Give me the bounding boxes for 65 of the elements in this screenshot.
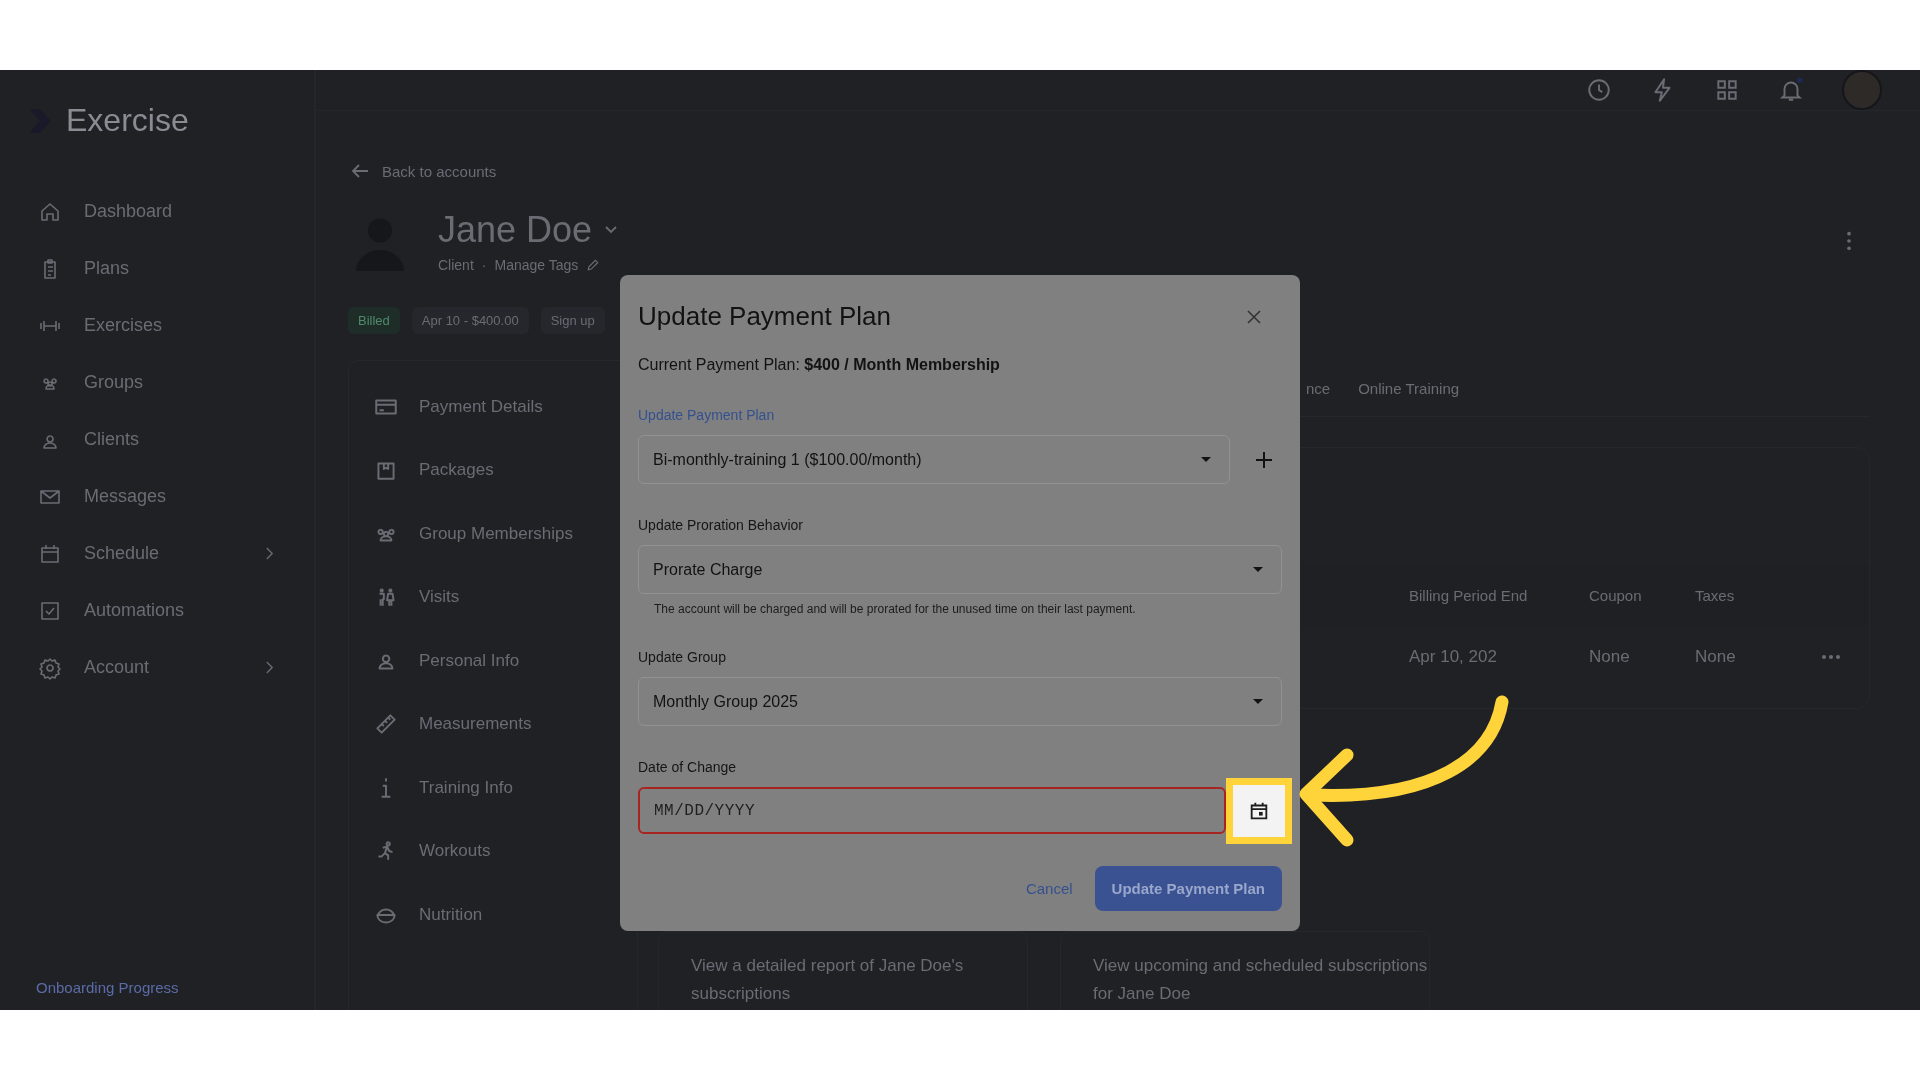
client-menu-item[interactable]: Packages <box>373 438 637 502</box>
tab[interactable]: Online Training <box>1358 379 1460 397</box>
client-menu-item[interactable]: Training Info <box>373 756 637 820</box>
client-menu-item[interactable]: Personal Info <box>373 629 637 693</box>
client-menu-item[interactable]: Workouts <box>373 819 637 883</box>
dialog-title: Update Payment Plan <box>638 301 891 332</box>
sidebar-item[interactable]: Exercises <box>0 297 314 354</box>
add-icon[interactable] <box>1254 449 1274 470</box>
client-menu-item[interactable]: Visits <box>373 565 637 629</box>
table-cell-text: Apr 10, 202 <box>1409 647 1498 667</box>
client-menu-item[interactable]: Payment Details <box>373 375 637 439</box>
logo-text: Exercise <box>66 102 189 139</box>
manage-tags-link[interactable]: Manage Tags <box>494 257 579 273</box>
more-options-icon[interactable] <box>1821 654 1841 660</box>
info-badge: Apr 10 - $400.00 <box>411 307 529 334</box>
chevron-down-icon[interactable] <box>604 225 619 235</box>
helper-text: The account will be charged and will be prorated for the unused time on their last payment. <box>654 602 1137 616</box>
card-description: View upcoming and scheduled subscriptions for Jane Doe <box>1093 955 1429 1005</box>
field-label: Update Payment Plan <box>638 407 776 423</box>
client-menu-item[interactable]: Group Memberships <box>373 502 637 566</box>
proration-select[interactable]: Prorate Charge <box>638 545 1282 594</box>
sidebar-item[interactable]: Messages <box>0 468 314 525</box>
card-description: View a detailed report of Jane Doe's subscriptions <box>691 955 965 1005</box>
update-payment-plan-button[interactable]: Update Payment Plan <box>1094 866 1282 911</box>
date-input-field[interactable]: MM/DD/YYYY <box>638 787 1226 834</box>
more-options-icon[interactable] <box>1846 230 1852 252</box>
dropdown-caret-icon <box>1253 699 1263 704</box>
table-cell-text: None <box>1695 647 1737 667</box>
sidebar-item[interactable]: Groups <box>0 354 314 411</box>
sidebar-item[interactable]: Schedule <box>0 525 314 582</box>
group-select[interactable]: Monthly Group 2025 <box>638 677 1282 726</box>
field-label: Date of Change <box>638 759 738 775</box>
table-cell-text: None <box>1589 647 1631 667</box>
sidebar-item[interactable]: Automations <box>0 582 314 639</box>
nav-icon <box>38 655 62 680</box>
client-menu-item[interactable]: Measurements <box>373 692 637 756</box>
clock-icon[interactable] <box>1586 77 1612 103</box>
sidebar-item[interactable]: Plans <box>0 240 314 297</box>
column-header: Billing Period End <box>1409 586 1529 604</box>
dropdown-caret-icon <box>1201 457 1211 462</box>
sidebar-item[interactable]: Account <box>0 639 314 696</box>
calendar-button[interactable] <box>1226 777 1292 844</box>
info-badge: Sign up <box>540 307 605 334</box>
sidebar-item[interactable]: Dashboard <box>0 183 314 240</box>
payment-plan-select[interactable]: Bi-monthly-training 1 ($100.00/month) <box>638 435 1230 484</box>
field-label: Update Proration Behavior <box>638 517 804 533</box>
close-icon[interactable] <box>1246 308 1262 325</box>
current-plan-text: Current Payment Plan: $400 / Month Membership <box>638 356 1001 374</box>
client-name: Jane Doe <box>438 209 593 251</box>
status-badge: Billed <box>348 307 400 334</box>
sidebar-item[interactable]: Clients <box>0 411 314 468</box>
column-header: Coupon <box>1589 586 1643 604</box>
onboarding-link[interactable]: Onboarding Progress <box>36 979 179 996</box>
client-role: Client <box>438 257 474 273</box>
notification-bell-icon[interactable] <box>1778 77 1804 103</box>
dropdown-caret-icon <box>1253 567 1263 572</box>
back-link[interactable]: Back to accounts <box>348 159 1920 183</box>
tab[interactable]: nce <box>1306 379 1331 397</box>
client-menu-item[interactable]: Nutrition <box>373 883 637 947</box>
separator-dot: · <box>481 257 487 273</box>
column-header: Taxes <box>1695 586 1736 604</box>
pencil-icon[interactable] <box>586 258 601 272</box>
grid-icon[interactable] <box>1714 77 1740 103</box>
field-label: Update Group <box>638 649 727 665</box>
cancel-button[interactable]: Cancel <box>1021 872 1077 905</box>
